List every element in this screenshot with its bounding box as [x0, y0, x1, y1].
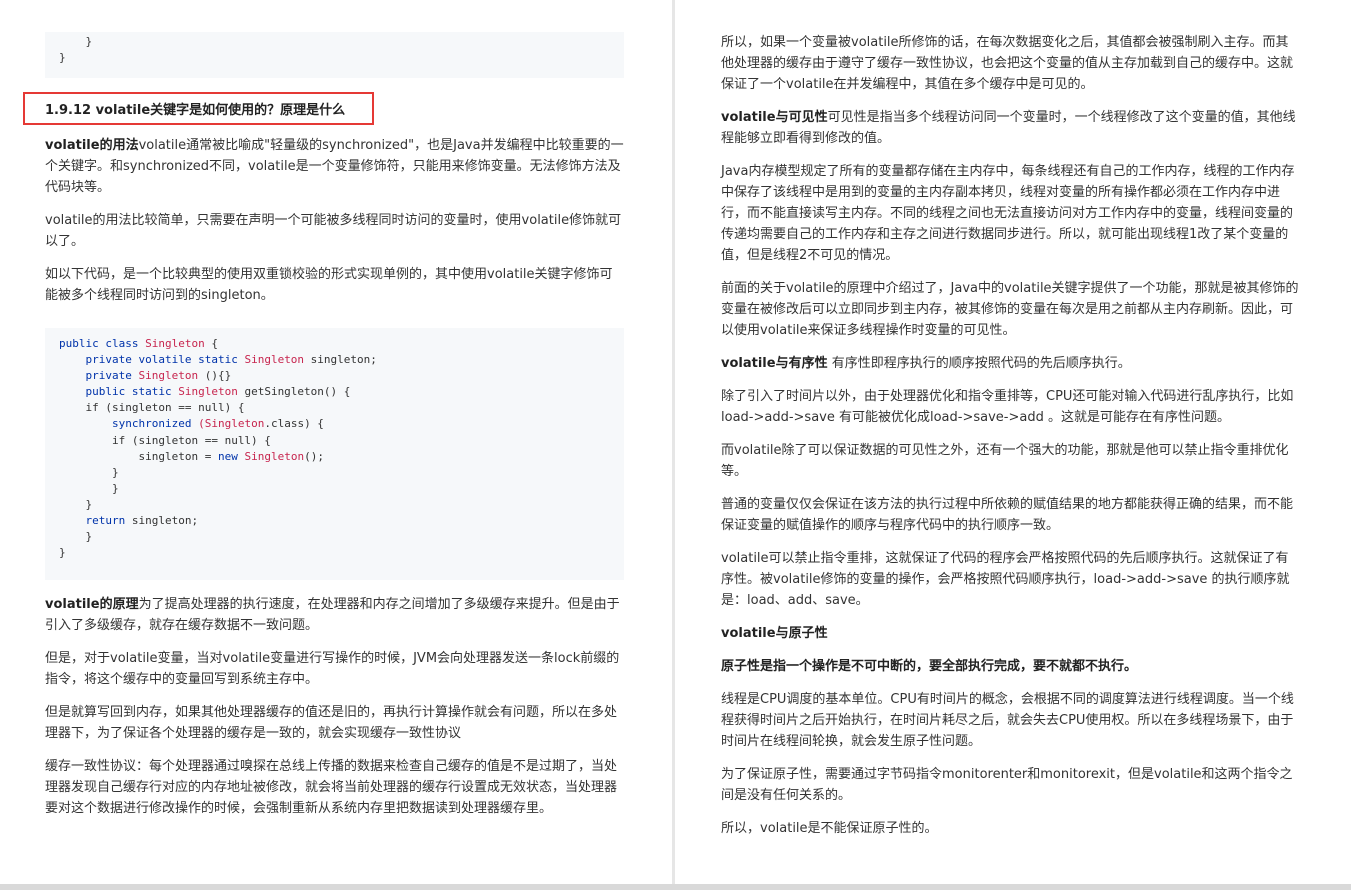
paragraph: 缓存一致性协议：每个处理器通过嗅探在总线上传播的数据来检查自己缓存的值是不是过期…	[45, 759, 618, 816]
paragraph: 普通的变量仅仅会保证在该方法的执行过程中所依赖的赋值结果的地方都能获得正确的结果…	[721, 497, 1294, 533]
paragraph: Java内存模型规定了所有的变量都存储在主内存中，每条线程还有自己的工作内存，线…	[721, 164, 1295, 263]
paragraph: volatile的用法volatile通常被比喻成"轻量级的synchroniz…	[45, 138, 624, 195]
code-block-top: } }	[45, 32, 624, 78]
code-block-singleton: public class Singleton { private volatil…	[45, 328, 624, 580]
paragraph: 而volatile除了可以保证数据的可见性之外，还有一个强大的功能，那就是他可以…	[721, 443, 1289, 479]
paragraph: 线程是CPU调度的基本单位。CPU有时间片的概念，会根据不同的调度算法进行线程调…	[721, 692, 1294, 749]
left-page: } } 1.9.12 volatile关键字是如何使用的？原理是什么 volat…	[0, 0, 672, 884]
paragraph: 前面的关于volatile的原理中介绍过了，Java中的volatile关键字提…	[721, 281, 1299, 338]
paragraph: 原子性是指一个操作是不可中断的，要全部执行完成，要不就都不执行。	[721, 659, 1138, 674]
paragraph: 除了引入了时间片以外，由于处理器优化和指令重排等，CPU还可能对输入代码进行乱序…	[721, 389, 1294, 425]
code-line: }	[59, 35, 93, 48]
bold-term: volatile的原理	[45, 597, 139, 612]
bold-term: volatile与有序性	[721, 356, 828, 371]
paragraph: volatile的原理为了提高处理器的执行速度，在处理器和内存之间增加了多级缓存…	[45, 597, 620, 633]
paragraph: 但是，对于volatile变量，当对volatile变量进行写操作的时候，JVM…	[45, 651, 620, 687]
bottom-scrollbar[interactable]	[0, 884, 1351, 890]
paragraph: volatile可以禁止指令重排，这就保证了代码的程序会严格按照代码的先后顺序执…	[721, 551, 1290, 608]
code-line: }	[59, 51, 66, 65]
paragraph: 但是就算写回到内存，如果其他处理器缓存的值还是旧的，再执行计算操作就会有问题，所…	[45, 705, 618, 741]
bold-term: volatile与可见性	[721, 110, 828, 125]
subheading: volatile与原子性	[721, 626, 828, 641]
paragraph: 为了保证原子性，需要通过字节码指令monitorenter和monitorexi…	[721, 767, 1293, 803]
paragraph: 如以下代码，是一个比较典型的使用双重锁校验的形式实现单例的，其中使用volati…	[45, 267, 613, 303]
paragraph: volatile的用法比较简单，只需要在声明一个可能被多线程同时访问的变量时，使…	[45, 213, 622, 249]
paragraph: 所以，volatile是不能保证原子性的。	[721, 821, 938, 836]
paragraph: volatile与有序性 有序性即程序执行的顺序按照代码的先后顺序执行。	[721, 356, 1131, 371]
bold-term: volatile的用法	[45, 138, 139, 153]
paragraph: 所以，如果一个变量被volatile所修饰的话，在每次数据变化之后，其值都会被强…	[721, 35, 1294, 92]
right-page: 所以，如果一个变量被volatile所修饰的话，在每次数据变化之后，其值都会被强…	[675, 0, 1351, 884]
section-heading: 1.9.12 volatile关键字是如何使用的？原理是什么	[23, 92, 374, 125]
paragraph: volatile与可见性可见性是指当多个线程访问同一个变量时，一个线程修改了这个…	[721, 110, 1296, 146]
